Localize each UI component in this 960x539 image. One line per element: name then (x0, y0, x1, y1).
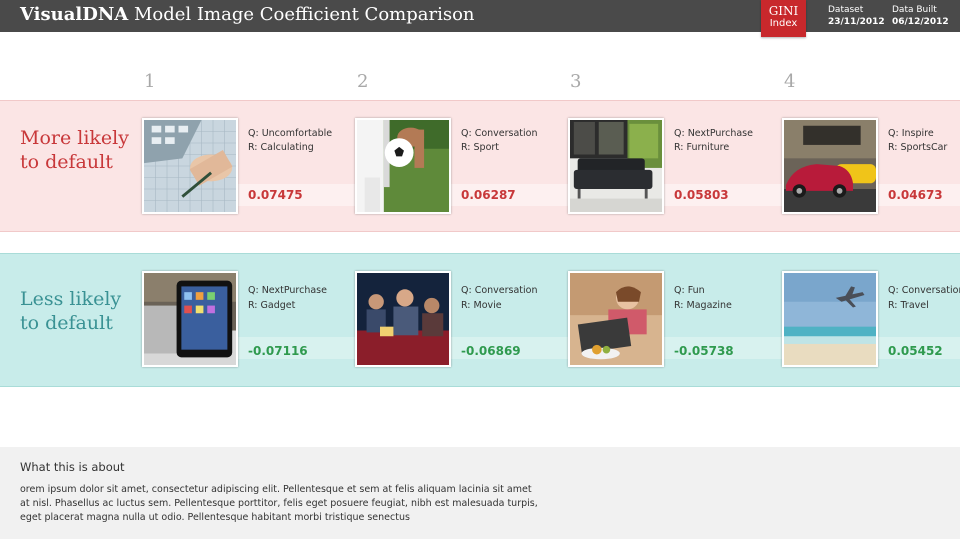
question-text: Q: Conversation (461, 128, 538, 139)
dataset-info: Dataset 23/11/2012 (828, 4, 885, 28)
response-text: R: SportsCar (888, 142, 948, 153)
question-text: Q: NextPurchase (248, 285, 327, 296)
about-title: What this is about (20, 460, 125, 474)
question-text: Q: Conversation (461, 285, 538, 296)
response-text: R: Furniture (674, 142, 730, 153)
response-text: R: Magazine (674, 300, 732, 311)
response-text: R: Sport (461, 142, 500, 153)
football-image (355, 118, 451, 214)
magazine-image (568, 271, 664, 367)
gini-label: GINI (768, 4, 799, 18)
more-item-1[interactable]: Q: Uncomfortable R: Calculating 0.07475 (142, 101, 356, 214)
cinema-image (355, 271, 451, 367)
less-item-2[interactable]: Q: Conversation R: Movie -0.06869 (355, 254, 569, 367)
less-likely-label: Less likely to default (20, 288, 122, 334)
brand-name: VisualDNA (20, 4, 129, 25)
response-text: R: Calculating (248, 142, 314, 153)
sofa-image (568, 118, 664, 214)
about-section: What this is about orem ipsum dolor sit … (0, 447, 960, 539)
column-number-3: 3 (570, 71, 582, 92)
coefficient-value: 0.05803 (674, 188, 729, 202)
column-number-2: 2 (357, 71, 369, 92)
gini-index-button[interactable]: GINI Index (761, 0, 806, 37)
question-text: Q: Fun (674, 285, 705, 296)
question-text: Q: Uncomfortable (248, 128, 333, 139)
question-response: Q: NextPurchase R: Gadget (248, 283, 327, 313)
more-likely-band: More likely to default Q: Uncomfortable … (0, 100, 960, 232)
tablet-image (142, 271, 238, 367)
less-item-4[interactable]: Q: Conversation R: Travel 0.05452 (782, 254, 960, 367)
question-text: Q: NextPurchase (674, 128, 753, 139)
header-bar: VisualDNA Model Image Coefficient Compar… (0, 0, 960, 37)
coefficient-value: -0.06869 (461, 344, 521, 358)
question-response: Q: NextPurchase R: Furniture (674, 127, 753, 155)
question-text: Q: Inspire (888, 128, 934, 139)
question-response: Q: Uncomfortable R: Calculating (248, 127, 332, 155)
coefficient-value: 0.07475 (248, 188, 303, 202)
response-text: R: Gadget (248, 300, 296, 311)
data-built-date: 06/12/2012 (892, 17, 949, 27)
question-response: Q: Conversation R: Travel (888, 283, 960, 313)
question-response: Q: Conversation R: Movie (461, 283, 538, 313)
sports-car-image (782, 118, 878, 214)
question-text: Q: Conversation (888, 285, 960, 296)
question-response: Q: Conversation R: Sport (461, 127, 538, 155)
beach-plane-image (782, 271, 878, 367)
less-likely-band: Less likely to default Q: NextPurchase R… (0, 253, 960, 387)
data-built-label: Data Built (892, 5, 937, 15)
column-number-4: 4 (784, 71, 796, 92)
more-item-2[interactable]: Q: Conversation R: Sport 0.06287 (355, 101, 569, 214)
coefficient-value: 0.06287 (461, 188, 516, 202)
less-item-3[interactable]: Q: Fun R: Magazine -0.05738 (568, 254, 782, 367)
less-item-1[interactable]: Q: NextPurchase R: Gadget -0.07116 (142, 254, 356, 367)
calculator-image (142, 118, 238, 214)
column-number-1: 1 (144, 71, 156, 92)
coefficient-value: -0.05738 (674, 344, 734, 358)
coefficient-value: 0.04673 (888, 188, 943, 202)
gini-sublabel: Index (769, 18, 798, 29)
about-body: orem ipsum dolor sit amet, consectetur a… (20, 484, 538, 523)
response-text: R: Movie (461, 300, 502, 311)
question-response: Q: Inspire R: SportsCar (888, 127, 947, 155)
more-item-3[interactable]: Q: NextPurchase R: Furniture 0.05803 (568, 101, 782, 214)
question-response: Q: Fun R: Magazine (674, 283, 732, 313)
more-likely-label: More likely to default (20, 127, 129, 173)
dataset-date: 23/11/2012 (828, 17, 885, 27)
response-text: R: Travel (888, 300, 929, 311)
title-text: Model Image Coefficient Comparison (133, 4, 475, 25)
coefficient-value: -0.07116 (248, 344, 308, 358)
page-title: VisualDNA Model Image Coefficient Compar… (20, 4, 475, 25)
dataset-label: Dataset (828, 5, 864, 15)
data-built-info: Data Built 06/12/2012 (892, 4, 949, 28)
coefficient-value: 0.05452 (888, 344, 943, 358)
more-item-4[interactable]: Q: Inspire R: SportsCar 0.04673 (782, 101, 960, 214)
